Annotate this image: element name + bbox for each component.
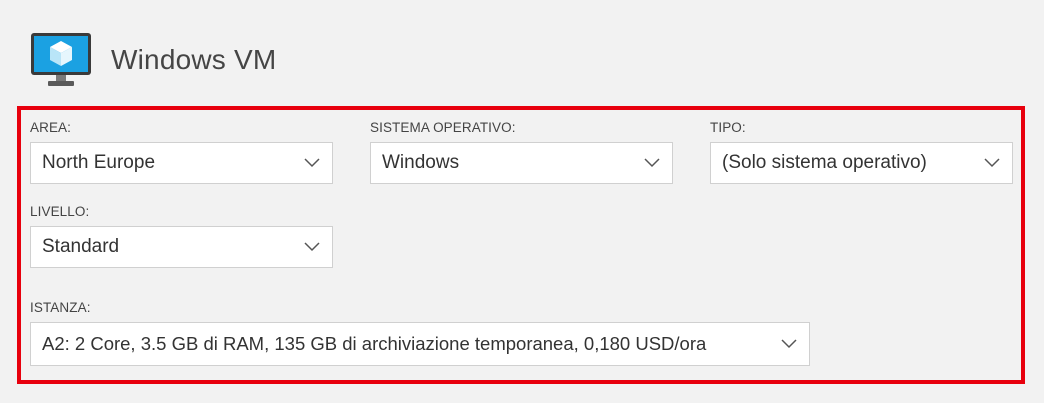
area-field: AREA: North Europe (30, 120, 333, 184)
chevron-down-icon (644, 158, 660, 168)
tipo-value: (Solo sistema operativo) (722, 152, 927, 173)
page-title: Windows VM (111, 44, 277, 75)
istanza-select[interactable]: A2: 2 Core, 3.5 GB di RAM, 135 GB di arc… (30, 322, 810, 366)
livello-value: Standard (42, 236, 120, 257)
tipo-label: TIPO: (710, 120, 746, 135)
os-field: SISTEMA OPERATIVO: Windows (370, 120, 673, 184)
chevron-down-icon (781, 339, 797, 349)
tipo-select[interactable]: (Solo sistema operativo) (710, 142, 1013, 184)
chevron-down-icon (304, 242, 320, 252)
chevron-down-icon (984, 158, 1000, 168)
livello-select[interactable]: Standard (30, 226, 333, 268)
page-header: Windows VM (30, 28, 276, 92)
os-label: SISTEMA OPERATIVO: (370, 120, 516, 135)
livello-label: LIVELLO: (30, 204, 90, 219)
istanza-label: ISTANZA: (30, 300, 91, 315)
istanza-value: A2: 2 Core, 3.5 GB di RAM, 135 GB di arc… (42, 333, 707, 354)
area-label: AREA: (30, 120, 72, 135)
istanza-field: ISTANZA: A2: 2 Core, 3.5 GB di RAM, 135 … (30, 300, 810, 366)
area-value: North Europe (42, 152, 156, 173)
os-value: Windows (382, 152, 460, 173)
chevron-down-icon (304, 158, 320, 168)
tipo-field: TIPO: (Solo sistema operativo) (710, 120, 1013, 184)
windows-vm-icon (30, 29, 92, 91)
livello-field: LIVELLO: Standard (30, 204, 333, 268)
os-select[interactable]: Windows (370, 142, 673, 184)
area-select[interactable]: North Europe (30, 142, 333, 184)
